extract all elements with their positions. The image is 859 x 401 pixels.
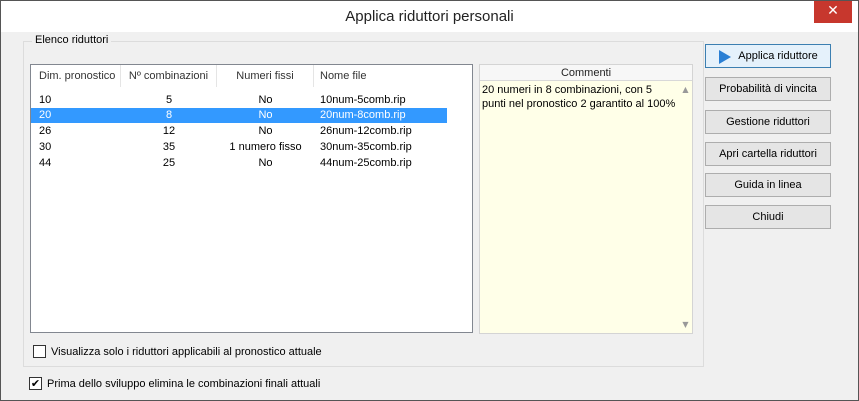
cell-fissi: No: [258, 157, 273, 169]
cell-file: 30num-35comb.rip: [320, 141, 412, 153]
win-probability-button[interactable]: Probabilità di vincita: [705, 77, 831, 101]
table-row[interactable]: 30 35 1 numero fisso 30num-35comb.rip: [31, 140, 447, 155]
cell-dim: 30: [39, 141, 52, 153]
cell-dim: 26: [39, 125, 52, 137]
delete-combinations-checkbox-row[interactable]: ✔ Prima dello sviluppo elimina le combin…: [29, 377, 369, 391]
dialog-window: Applica riduttori personali ✕ Elenco rid…: [0, 0, 859, 401]
dialog-client-area: Elenco riduttori Dim. pronostico Nº comb…: [8, 32, 851, 394]
cell-fissi: No: [258, 125, 273, 137]
reducers-list[interactable]: Dim. pronostico Nº combinazioni Numeri f…: [30, 64, 473, 333]
cell-dim: 20: [39, 109, 52, 121]
list-header: Dim. pronostico Nº combinazioni Numeri f…: [31, 65, 472, 87]
cell-fissi: No: [258, 94, 273, 106]
column-nome-file[interactable]: Nome file: [314, 65, 444, 87]
cell-file: 10num-5comb.rip: [320, 94, 406, 106]
manage-reducers-button[interactable]: Gestione riduttori: [705, 110, 831, 134]
open-reducers-folder-button[interactable]: Apri cartella riduttori: [705, 142, 831, 166]
delete-combinations-label: Prima dello sviluppo elimina le combinaz…: [47, 378, 321, 390]
cell-file: 20num-8comb.rip: [320, 109, 406, 121]
comments-panel[interactable]: Commenti 20 numeri in 8 combinazioni, co…: [479, 64, 693, 334]
cell-fissi: No: [258, 109, 273, 121]
cell-file: 44num-25comb.rip: [320, 157, 412, 169]
window-title: Applica riduttori personali: [345, 8, 514, 25]
title-bar: Applica riduttori personali ✕: [1, 1, 858, 32]
cell-comb: 35: [162, 141, 176, 153]
apply-reducer-label: Applica riduttore: [738, 50, 818, 62]
cell-file: 26num-12comb.rip: [320, 125, 412, 137]
close-icon[interactable]: ✕: [814, 1, 852, 23]
apply-reducer-button[interactable]: Applica riduttore: [705, 44, 831, 68]
cell-comb: 8: [165, 109, 173, 121]
close-button[interactable]: Chiudi: [705, 205, 831, 229]
table-row[interactable]: 10 5 No 10num-5comb.rip: [31, 93, 447, 108]
comments-header: Commenti: [480, 65, 692, 81]
cell-comb: 12: [162, 125, 176, 137]
table-row-selected[interactable]: 20 8 No 20num-8comb.rip: [31, 108, 447, 123]
scroll-up-icon[interactable]: ▲: [679, 84, 692, 96]
column-numeri-fissi[interactable]: Numeri fissi: [217, 65, 314, 87]
scroll-down-icon[interactable]: ▼: [679, 319, 692, 331]
column-num-combinazioni[interactable]: Nº combinazioni: [121, 65, 217, 87]
cell-dim: 10: [39, 94, 52, 106]
online-help-button[interactable]: Guida in linea: [705, 173, 831, 197]
cell-fissi: 1 numero fisso: [229, 141, 302, 153]
table-row[interactable]: 26 12 No 26num-12comb.rip: [31, 124, 447, 139]
only-applicable-checkbox-row[interactable]: Visualizza solo i riduttori applicabili …: [33, 345, 373, 359]
column-dim-pronostico[interactable]: Dim. pronostico: [31, 65, 121, 87]
cell-comb: 25: [162, 157, 176, 169]
group-legend: Elenco riduttori: [32, 34, 112, 46]
only-applicable-checkbox[interactable]: [33, 345, 46, 358]
delete-combinations-checkbox[interactable]: ✔: [29, 377, 42, 390]
cell-comb: 5: [165, 94, 173, 106]
comments-text: 20 numeri in 8 combinazioni, con 5 punti…: [482, 84, 676, 110]
reducers-group: Elenco riduttori Dim. pronostico Nº comb…: [23, 34, 704, 367]
only-applicable-label: Visualizza solo i riduttori applicabili …: [51, 346, 322, 358]
table-row[interactable]: 44 25 No 44num-25comb.rip: [31, 156, 447, 171]
cell-dim: 44: [39, 157, 52, 169]
